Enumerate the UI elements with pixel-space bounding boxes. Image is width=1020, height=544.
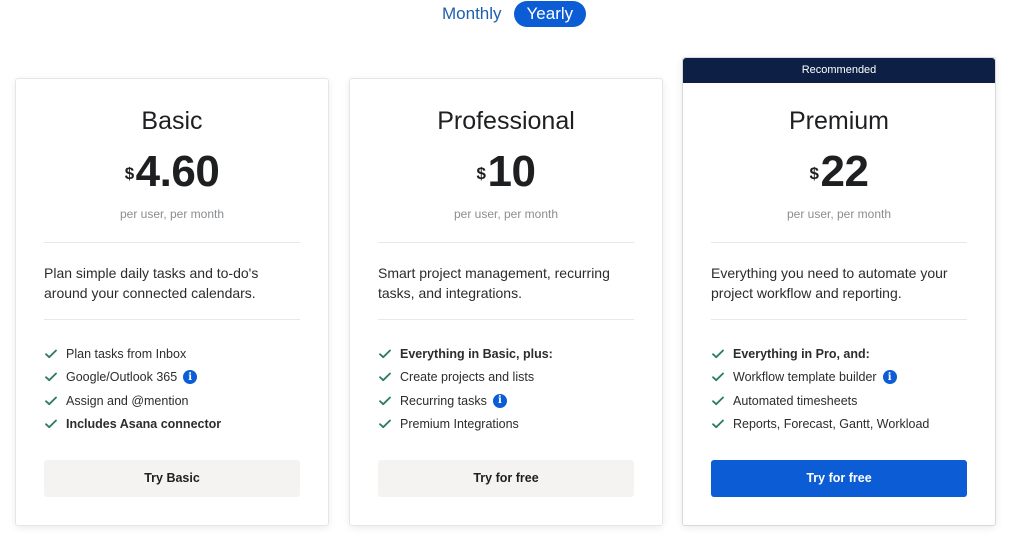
- price-amount: 4.60: [135, 147, 220, 196]
- info-icon[interactable]: i: [882, 370, 897, 385]
- divider: [44, 319, 300, 320]
- divider: [378, 242, 634, 243]
- feature-item: Includes Asana connector: [44, 413, 300, 437]
- currency-symbol: $: [476, 164, 486, 183]
- plan-description: Smart project management, recurring task…: [378, 265, 610, 301]
- billing-toggle: Monthly Yearly: [430, 0, 587, 28]
- feature-text: Everything in Pro, and:: [733, 346, 870, 361]
- feature-text: Automated timesheets: [733, 393, 858, 408]
- try-premium-button[interactable]: Try for free: [711, 460, 967, 497]
- check-icon: [44, 370, 58, 384]
- divider: [711, 319, 967, 320]
- check-icon: [378, 370, 392, 384]
- check-icon: [378, 394, 392, 408]
- price-amount: 22: [820, 147, 869, 196]
- feature-text: Assign and @mention: [66, 393, 189, 408]
- feature-item: Workflow template builder i: [711, 366, 967, 390]
- divider: [44, 242, 300, 243]
- feature-item: Premium Integrations: [378, 413, 634, 437]
- feature-text: Recurring tasks: [400, 393, 487, 408]
- feature-item: Recurring tasks i: [378, 389, 634, 413]
- check-icon: [378, 347, 392, 361]
- feature-text: Create projects and lists: [400, 370, 535, 385]
- feature-text: Workflow template builder: [733, 370, 877, 385]
- feature-item: Plan tasks from Inbox: [44, 342, 300, 366]
- plan-price: $4.60: [44, 150, 300, 194]
- currency-symbol: $: [124, 164, 134, 183]
- check-icon: [378, 417, 392, 431]
- plan-name: Professional: [437, 107, 575, 135]
- check-icon: [711, 347, 725, 361]
- price-amount: 10: [487, 147, 536, 196]
- feature-item: Everything in Pro, and:: [711, 342, 967, 366]
- plan-name: Premium: [788, 107, 889, 135]
- plan-price: $10: [378, 150, 634, 194]
- try-professional-button[interactable]: Try for free: [378, 460, 634, 497]
- check-icon: [711, 394, 725, 408]
- check-icon: [44, 417, 58, 431]
- feature-item: Google/Outlook 365 i: [44, 366, 300, 390]
- feature-list: Everything in Basic, plus: Create project…: [378, 342, 634, 436]
- price-period: per user, per month: [453, 207, 559, 221]
- yearly-option[interactable]: Yearly: [513, 1, 587, 27]
- monthly-option[interactable]: Monthly: [430, 1, 514, 27]
- plan-card-professional: Professional $10 per user, per month Sma…: [349, 78, 663, 526]
- feature-text: Premium Integrations: [400, 417, 519, 432]
- plan-description: Plan simple daily tasks and to-do's arou…: [44, 265, 259, 301]
- divider: [378, 319, 634, 320]
- feature-text: Reports, Forecast, Gantt, Workload: [733, 417, 930, 432]
- info-icon[interactable]: i: [492, 393, 507, 408]
- price-period: per user, per month: [119, 207, 225, 221]
- feature-list: Plan tasks from Inbox Google/Outlook 365 i…: [44, 342, 300, 436]
- feature-text: Google/Outlook 365: [66, 370, 178, 385]
- check-icon: [711, 370, 725, 384]
- feature-item: Automated timesheets: [711, 389, 967, 413]
- feature-text: Includes Asana connector: [66, 417, 222, 432]
- feature-list: Everything in Pro, and: Workflow template…: [711, 342, 967, 436]
- plan-price: $22: [711, 150, 967, 194]
- feature-text: Plan tasks from Inbox: [66, 346, 187, 361]
- feature-item: Everything in Basic, plus:: [378, 342, 634, 366]
- feature-item: Reports, Forecast, Gantt, Workload: [711, 413, 967, 437]
- plan-card-basic: Basic $4.60 per user, per month Plan sim…: [15, 78, 329, 526]
- check-icon: [44, 347, 58, 361]
- plan-card-premium: Recommended Premium $22 per user, per mo…: [682, 57, 996, 526]
- plan-name: Basic: [141, 107, 203, 135]
- feature-item: Create projects and lists: [378, 366, 634, 390]
- price-period: per user, per month: [786, 207, 892, 221]
- divider: [711, 242, 967, 243]
- feature-item: Assign and @mention: [44, 389, 300, 413]
- info-icon[interactable]: i: [183, 370, 198, 385]
- try-basic-button[interactable]: Try Basic: [44, 460, 300, 497]
- plan-description: Everything you need to automate your pro…: [711, 265, 948, 301]
- feature-text: Everything in Basic, plus:: [400, 346, 553, 361]
- currency-symbol: $: [809, 164, 819, 183]
- check-icon: [44, 394, 58, 408]
- check-icon: [711, 417, 725, 431]
